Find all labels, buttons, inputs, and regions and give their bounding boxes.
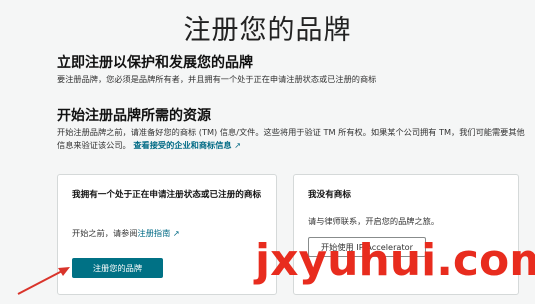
no-trademark-card-subtext: 请与律师联系，开启您的品牌之旅。 bbox=[308, 216, 440, 226]
guide-prefix-text: 开始之前，请参阅 bbox=[72, 228, 138, 238]
protect-section-heading: 立即注册以保护和发展您的品牌 bbox=[57, 55, 253, 71]
resources-section-body: 开始注册品牌之前，请准备好您的商标 (TM) 信息/文件。这些将用于验证 TM … bbox=[57, 126, 527, 152]
have-trademark-card-title: 我拥有一个处于正在申请注册状态或已注册的商标 bbox=[72, 190, 262, 200]
register-brand-button[interactable]: 注册您的品牌 bbox=[72, 258, 163, 278]
no-trademark-card-title: 我没有商标 bbox=[308, 190, 351, 200]
accepted-info-link[interactable]: 查看接受的企业和商标信息 bbox=[133, 140, 231, 150]
have-trademark-card-subtext: 开始之前，请参阅注册指南 ↗ bbox=[72, 227, 180, 239]
protect-section-body: 要注册品牌，您必须是品牌所有者，并且拥有一个处于正在申请注册状态或已注册的商标 bbox=[57, 74, 377, 84]
watermark-text: jxyuhui.com bbox=[255, 235, 535, 286]
resources-body-text: 开始注册品牌之前，请准备好您的商标 (TM) 信息/文件。这些将用于验证 TM … bbox=[57, 127, 525, 150]
external-link-icon: ↗ bbox=[172, 229, 180, 238]
external-link-icon: ↗ bbox=[234, 141, 241, 150]
resources-section-heading: 开始注册品牌所需的资源 bbox=[57, 108, 211, 124]
annotation-arrow-icon bbox=[17, 267, 70, 295]
have-trademark-card: 我拥有一个处于正在申请注册状态或已注册的商标 开始之前，请参阅注册指南 ↗ 注册… bbox=[57, 174, 277, 295]
registration-guide-link[interactable]: 注册指南 bbox=[138, 228, 171, 238]
page-title: 注册您的品牌 bbox=[183, 15, 352, 46]
